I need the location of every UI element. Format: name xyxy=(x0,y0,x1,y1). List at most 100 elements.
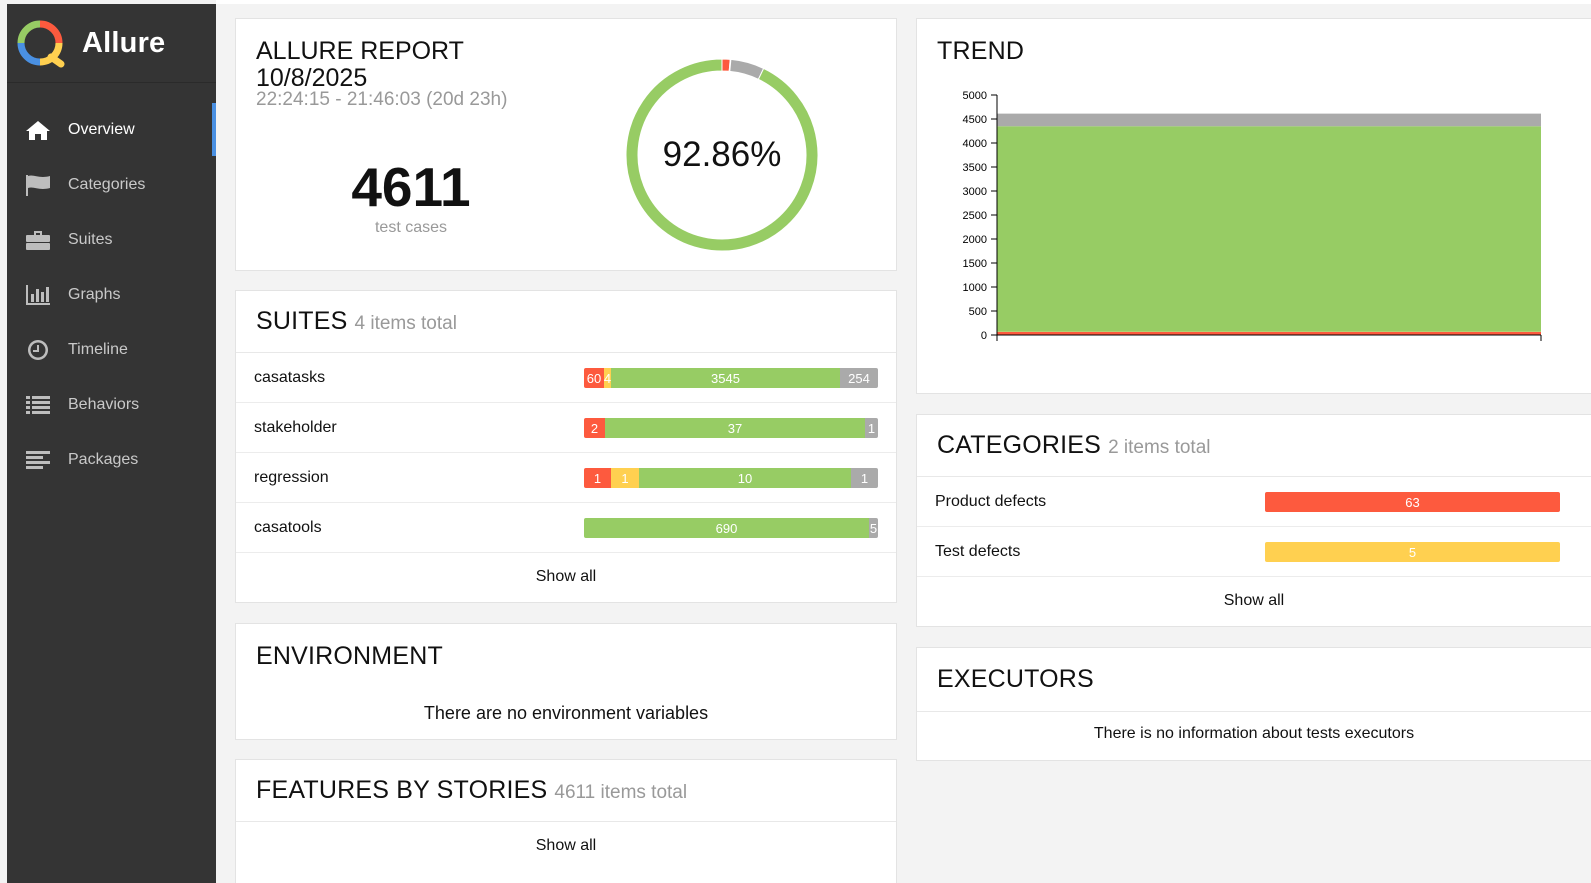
bar-chart-icon xyxy=(25,284,51,306)
trend-y-tick-label: 5000 xyxy=(963,90,987,102)
report-time-range: 22:24:15 - 21:46:03 (20d 23h) xyxy=(256,89,508,110)
trend-y-tick-label: 500 xyxy=(969,306,987,318)
features-count: 4611 items total xyxy=(554,781,688,803)
passed-segment: 3545 xyxy=(611,368,840,388)
suite-status-bar[interactable]: 60 4 3545 254 xyxy=(584,368,878,388)
test-case-count-label: test cases xyxy=(374,219,448,236)
suites-count: 4 items total xyxy=(354,312,457,334)
sidebar-item-packages[interactable]: Packages xyxy=(7,432,216,487)
skipped-segment: 5 xyxy=(869,518,878,538)
categories-title: CATEGORIES xyxy=(937,431,1102,459)
trend-widget: 0 500 1000 1500 2000 2500 3000 3500 4000 4500 5000… xyxy=(916,18,1591,394)
trend-area-skipped[interactable] xyxy=(997,113,1541,127)
list-icon xyxy=(25,394,51,416)
failed-segment: 2 xyxy=(584,418,605,438)
category-bar[interactable]: 5 xyxy=(1265,542,1560,562)
suite-name: casatasks xyxy=(254,368,326,386)
trend-chart[interactable]: 0 500 1000 1500 2000 2500 3000 3500 4000 4500 5000 xyxy=(917,19,1591,393)
sidebar-nav: Overview Categories Suites Graphs Timeli… xyxy=(7,102,216,487)
sidebar-item-label: Categories xyxy=(68,175,146,193)
category-row[interactable]: Test defects 5 xyxy=(917,527,1591,577)
skipped-segment: 1 xyxy=(851,468,878,488)
sidebar-item-label: Graphs xyxy=(68,285,121,303)
briefcase-icon xyxy=(25,229,51,251)
sidebar-item-label: Timeline xyxy=(68,340,128,358)
trend-y-tick-label: 1000 xyxy=(963,282,987,294)
categories-widget: CATEGORIES 2 items total Product defects… xyxy=(916,414,1591,627)
suites-widget: SUITES 4 items total casatasks 60 4 3545… xyxy=(235,290,897,603)
categories-show-all-link[interactable]: Show all xyxy=(917,577,1591,624)
sidebar-item-behaviors[interactable]: Behaviors xyxy=(7,377,216,432)
suite-status-bar[interactable]: 690 5 xyxy=(584,518,878,538)
suite-name: stakeholder xyxy=(254,418,337,436)
executors-empty-message: There is no information about tests exec… xyxy=(1093,725,1415,742)
broken-segment: 1 xyxy=(611,468,639,488)
suite-row[interactable]: stakeholder 2 37 1 xyxy=(236,403,896,453)
suite-name: casatools xyxy=(254,518,322,536)
suites-show-all-link[interactable]: Show all xyxy=(236,553,896,600)
failed-segment: 1 xyxy=(584,468,611,488)
categories-count: 2 items total xyxy=(1108,436,1211,458)
sidebar-item-categories[interactable]: Categories xyxy=(7,157,216,212)
environment-widget: ENVIRONMENT There are no environment var… xyxy=(235,623,897,740)
broken-segment: 4 xyxy=(604,368,611,388)
categories-header: CATEGORIES 2 items total xyxy=(917,415,1591,477)
passed-segment: 10 xyxy=(639,468,851,488)
sidebar: Allure Overview Categories Suites Graphs xyxy=(7,4,216,883)
trend-y-tick-label: 0 xyxy=(981,330,987,342)
skipped-segment: 254 xyxy=(840,368,878,388)
features-show-all-link[interactable]: Show all xyxy=(236,822,896,869)
environment-empty-message: There are no environment variables xyxy=(423,703,709,723)
app-name: Allure xyxy=(82,26,166,59)
trend-y-tick-label: 4500 xyxy=(963,114,987,126)
category-name: Test defects xyxy=(935,542,1021,560)
summary-widget: ALLURE REPORT 10/8/2025 22:24:15 - 21:46… xyxy=(235,18,897,271)
category-row[interactable]: Product defects 63 xyxy=(917,477,1591,527)
clock-icon xyxy=(25,339,51,361)
failed-segment: 60 xyxy=(584,368,604,388)
brand[interactable]: Allure xyxy=(7,4,216,83)
suites-title: SUITES xyxy=(256,307,348,335)
features-header: FEATURES BY STORIES 4611 items total xyxy=(236,760,896,822)
success-rate-value: 92.86% xyxy=(662,135,782,174)
category-name: Product defects xyxy=(935,492,1047,510)
category-bar[interactable]: 63 xyxy=(1265,492,1560,512)
passed-segment: 37 xyxy=(605,418,865,438)
trend-y-tick-label: 2500 xyxy=(963,210,987,222)
sidebar-item-overview[interactable]: Overview xyxy=(7,102,216,157)
trend-y-tick-label: 1500 xyxy=(963,258,987,270)
trend-y-tick-label: 4000 xyxy=(963,138,987,150)
features-title: FEATURES BY STORIES xyxy=(256,776,548,804)
features-widget: FEATURES BY STORIES 4611 items total Sho… xyxy=(235,759,897,883)
allure-logo-icon xyxy=(17,20,65,68)
suite-name: regression xyxy=(254,468,329,486)
suite-status-bar[interactable]: 1 1 10 1 xyxy=(584,468,878,488)
test-case-count: 4611 xyxy=(351,156,471,218)
environment-title: ENVIRONMENT xyxy=(256,642,443,670)
executors-header: EXECUTORS xyxy=(917,648,1591,712)
passed-segment: 690 xyxy=(584,518,869,538)
sidebar-item-timeline[interactable]: Timeline xyxy=(7,322,216,377)
trend-y-tick-label: 3000 xyxy=(963,186,987,198)
report-title: ALLURE REPORT xyxy=(256,37,464,65)
sidebar-item-label: Packages xyxy=(68,450,139,468)
trend-area-passed[interactable] xyxy=(997,126,1541,332)
align-left-icon xyxy=(25,449,51,471)
suite-row[interactable]: regression 1 1 10 1 xyxy=(236,453,896,503)
executors-widget: EXECUTORS There is no information about … xyxy=(916,647,1591,761)
executors-title: EXECUTORS xyxy=(937,665,1094,693)
suite-row[interactable]: casatasks 60 4 3545 254 xyxy=(236,353,896,403)
sidebar-item-label: Suites xyxy=(68,230,113,248)
sidebar-item-label: Overview xyxy=(68,120,135,138)
report-date: 10/8/2025 xyxy=(256,64,368,92)
suites-header: SUITES 4 items total xyxy=(236,291,896,353)
sidebar-item-suites[interactable]: Suites xyxy=(7,212,216,267)
sidebar-item-label: Behaviors xyxy=(68,395,140,413)
trend-title: TREND xyxy=(937,37,1025,65)
suite-status-bar[interactable]: 2 37 1 xyxy=(584,418,878,438)
skipped-segment: 1 xyxy=(865,418,878,438)
top-strip xyxy=(216,0,1591,4)
flag-icon xyxy=(25,174,51,196)
suite-row[interactable]: casatools 690 5 xyxy=(236,503,896,553)
sidebar-item-graphs[interactable]: Graphs xyxy=(7,267,216,322)
